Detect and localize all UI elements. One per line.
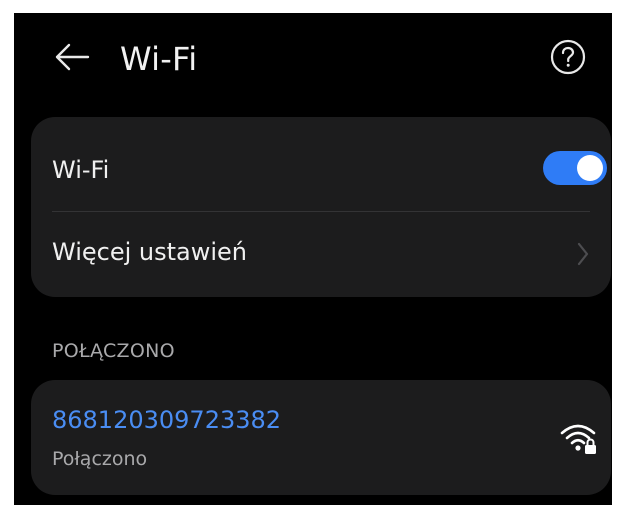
question-circle-icon	[549, 38, 587, 80]
back-button[interactable]	[50, 37, 94, 81]
more-settings-label: Więcej ustawień	[52, 238, 247, 266]
arrow-left-icon	[54, 42, 90, 76]
help-button[interactable]	[548, 39, 588, 79]
network-name: 868120309723382	[52, 406, 282, 434]
network-status: Połączono	[52, 448, 148, 470]
wifi-toggle-switch[interactable]	[543, 151, 607, 185]
chevron-right-icon	[573, 236, 593, 272]
wifi-toggle-label: Wi-Fi	[52, 156, 110, 184]
wifi-settings-card: Wi-Fi Więcej ustawień	[31, 117, 611, 297]
wifi-locked-icon	[559, 418, 599, 458]
more-settings-row[interactable]: Więcej ustawień	[31, 212, 611, 297]
page-title: Wi-Fi	[120, 40, 198, 78]
connected-network-item[interactable]: 868120309723382 Połączono	[31, 380, 611, 495]
app-header: Wi-Fi	[14, 13, 612, 103]
wifi-toggle-row[interactable]: Wi-Fi	[31, 117, 611, 207]
wifi-settings-screen: Wi-Fi Wi-Fi Więcej ustawień POŁĄCZONO 86…	[14, 13, 612, 505]
connected-section-header: POŁĄCZONO	[52, 340, 175, 362]
toggle-knob	[577, 155, 603, 181]
